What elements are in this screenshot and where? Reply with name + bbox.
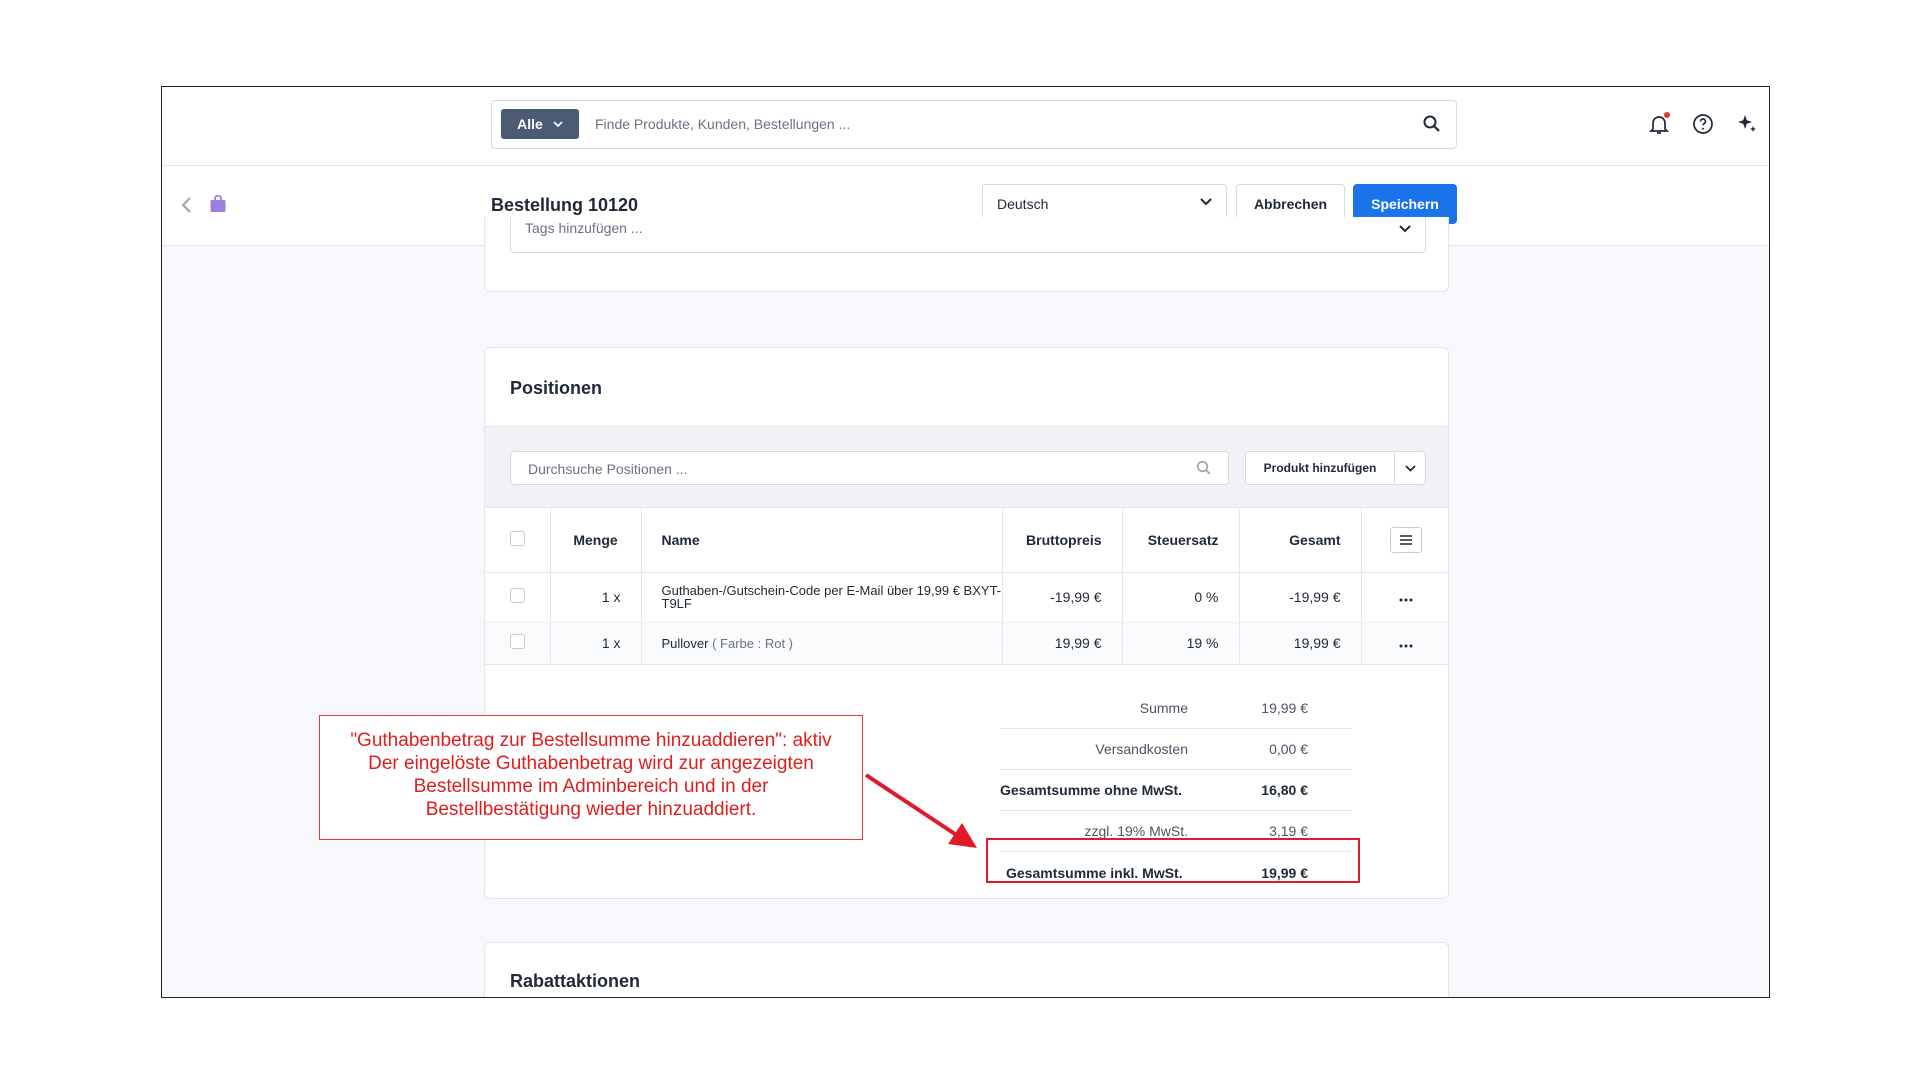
top-bar: Alle Finde Produkte, Kunden, Bestellunge… <box>162 87 1769 166</box>
chevron-down-icon <box>553 120 563 127</box>
search-filter-label: Alle <box>517 116 543 132</box>
more-icon[interactable] <box>1361 572 1448 623</box>
search-icon[interactable] <box>1422 114 1442 134</box>
column-settings-button[interactable] <box>1389 526 1422 553</box>
annotation-line-1: "Guthabenbetrag zur Bestellsumme hinzuad… <box>350 730 832 751</box>
summary-row-net-total: Gesamtsumme ohne MwSt. 16,80 € <box>1000 770 1352 811</box>
row-total: -19,99 € <box>1239 572 1362 623</box>
search-input[interactable]: Finde Produkte, Kunden, Bestellungen ... <box>595 116 850 132</box>
chevron-down-icon <box>1200 198 1212 206</box>
chevron-down-icon <box>1404 464 1416 472</box>
row-name[interactable]: Pullover ( Farbe : Rot ) <box>641 622 1003 665</box>
tags-input-placeholder: Tags hinzufügen ... <box>525 220 643 236</box>
table-row[interactable]: 1 x Pullover ( Farbe : Rot ) 19,99 € 19 … <box>485 622 1448 665</box>
discounts-title: Rabattaktionen <box>510 971 641 991</box>
summary-row-sum: Summe 19,99 € <box>1000 688 1352 729</box>
chevron-left-icon[interactable] <box>180 196 192 214</box>
column-header-total[interactable]: Gesamt <box>1239 508 1362 573</box>
table-header-row: Menge Name Bruttopreis Steuersatz Gesamt <box>485 508 1448 573</box>
column-header-tax[interactable]: Steuersatz <box>1122 508 1240 573</box>
row-name[interactable]: Guthaben-/Gutschein-Code per E-Mail über… <box>641 572 1003 623</box>
select-all-checkbox[interactable] <box>509 530 525 546</box>
column-header-price[interactable]: Bruttopreis <box>1002 508 1123 573</box>
app-window: Alle Finde Produkte, Kunden, Bestellunge… <box>161 86 1770 998</box>
positions-search-input[interactable]: Durchsuche Positionen ... <box>510 451 1229 485</box>
annotation-highlight-box <box>986 838 1360 883</box>
add-product-button[interactable]: Produkt hinzufügen <box>1245 451 1395 485</box>
annotation-callout: "Guthabenbetrag zur Bestellsumme hinzuad… <box>319 715 863 840</box>
global-search[interactable]: Alle Finde Produkte, Kunden, Bestellunge… <box>491 100 1457 149</box>
page-title: Bestellung 10120 <box>491 195 639 215</box>
column-header-qty[interactable]: Menge <box>550 508 642 573</box>
tags-card: Tags hinzufügen ... <box>484 217 1449 292</box>
table-row[interactable]: 1 x Guthaben-/Gutschein-Code per E-Mail … <box>485 572 1448 623</box>
search-icon <box>1196 460 1211 475</box>
row-tax: 0 % <box>1122 572 1240 623</box>
annotation-line-3: Bestellsumme im Adminbereich und in der <box>413 776 769 797</box>
chevron-down-icon <box>1399 225 1411 233</box>
language-select-value: Deutsch <box>997 196 1049 212</box>
column-header-name[interactable]: Name <box>641 508 1003 573</box>
row-name-text: Pullover <box>661 635 709 651</box>
row-qty: 1 x <box>550 572 642 623</box>
tags-input[interactable]: Tags hinzufügen ... <box>510 217 1426 253</box>
annotation-line-2: Der eingelöste Guthabenbetrag wird zur a… <box>368 753 814 774</box>
row-total: 19,99 € <box>1239 622 1362 665</box>
add-product-dropdown-button[interactable] <box>1394 451 1426 485</box>
row-qty: 1 x <box>550 622 642 665</box>
discounts-card: Rabattaktionen <box>484 942 1449 997</box>
annotation-line-4: Bestellbestätigung wieder hinzuaddiert. <box>425 799 757 820</box>
search-filter-dropdown[interactable]: Alle <box>501 109 579 139</box>
help-icon[interactable] <box>1691 112 1715 136</box>
row-price: -19,99 € <box>1002 572 1123 623</box>
bag-icon <box>210 195 226 212</box>
positions-table: Menge Name Bruttopreis Steuersatz Gesamt… <box>485 508 1448 665</box>
row-checkbox[interactable] <box>509 634 525 649</box>
row-tax: 19 % <box>1122 622 1240 665</box>
row-checkbox[interactable] <box>509 588 525 603</box>
notification-dot <box>1664 112 1670 118</box>
row-name-text: Guthaben-/Gutschein-Code per E-Mail über… <box>661 583 1002 611</box>
positions-title: Positionen <box>510 378 603 398</box>
row-price: 19,99 € <box>1002 622 1123 665</box>
notification-bell-icon[interactable] <box>1647 112 1671 136</box>
more-icon[interactable] <box>1361 622 1448 665</box>
positions-toolbar: Durchsuche Positionen ... Produkt hinzuf… <box>485 426 1448 508</box>
sparkle-icon[interactable] <box>1735 112 1759 136</box>
positions-search-placeholder: Durchsuche Positionen ... <box>528 461 688 477</box>
row-variant: ( Farbe : Rot ) <box>712 635 794 651</box>
summary-row-shipping: Versandkosten 0,00 € <box>1000 729 1352 770</box>
hamburger-icon <box>1399 534 1412 545</box>
